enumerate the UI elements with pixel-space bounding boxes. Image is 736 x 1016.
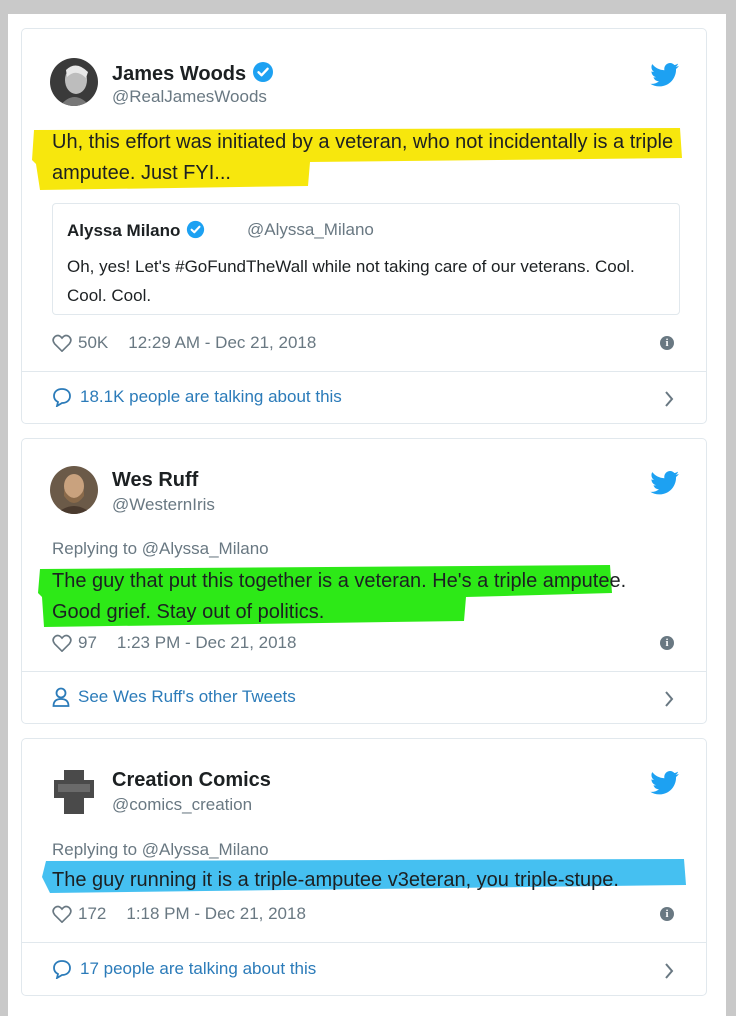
chevron-right-icon[interactable]: [664, 391, 674, 407]
tweet-text: Uh, this effort was initiated by a veter…: [52, 131, 674, 184]
heart-icon[interactable]: [52, 905, 72, 923]
user-handle[interactable]: @WesternIris: [112, 495, 215, 515]
heart-icon[interactable]: [52, 634, 72, 652]
quoted-tweet-text: Oh, yes! Let's #GoFundTheWall while not …: [67, 257, 635, 305]
like-count: 172: [78, 904, 107, 923]
heart-icon[interactable]: [52, 334, 72, 352]
quoted-tweet[interactable]: Alyssa Milano @Alyssa_Milano Oh, yes! Le…: [52, 203, 680, 315]
tweet-meta: 172 1:18 PM - Dec 21, 2018: [52, 904, 306, 924]
info-icon[interactable]: i: [660, 907, 674, 921]
info-icon[interactable]: i: [660, 636, 674, 650]
like-count: 50K: [78, 333, 109, 352]
quoted-user-handle[interactable]: @Alyssa_Milano: [247, 220, 374, 240]
tweet-meta: 97 1:23 PM - Dec 21, 2018: [52, 633, 296, 653]
verified-badge-icon: [186, 220, 205, 244]
chevron-right-icon[interactable]: [664, 963, 674, 979]
replying-to[interactable]: Replying to @Alyssa_Milano: [52, 539, 269, 559]
tweet-text: The guy running it is a triple-amputee v…: [52, 869, 619, 891]
avatar[interactable]: [50, 466, 98, 514]
avatar[interactable]: [50, 768, 98, 816]
timestamp[interactable]: 1:23 PM - Dec 21, 2018: [117, 633, 297, 653]
avatar[interactable]: [50, 58, 98, 106]
verified-badge-icon: [252, 61, 274, 89]
info-icon[interactable]: i: [660, 336, 674, 350]
speech-bubble-icon: [53, 388, 71, 407]
divider: [22, 942, 706, 943]
chevron-right-icon[interactable]: [664, 691, 674, 707]
display-name[interactable]: Wes Ruff: [112, 469, 198, 492]
divider: [22, 371, 706, 372]
display-name[interactable]: Creation Comics: [112, 769, 271, 792]
quoted-display-name[interactable]: Alyssa Milano: [67, 220, 205, 244]
tweet-card-creation-comics[interactable]: Creation Comics @comics_creation Replyin…: [21, 738, 707, 996]
user-handle[interactable]: @RealJamesWoods: [112, 87, 267, 107]
user-handle[interactable]: @comics_creation: [112, 795, 252, 815]
timestamp[interactable]: 1:18 PM - Dec 21, 2018: [126, 904, 306, 924]
divider: [22, 671, 706, 672]
other-tweets-link[interactable]: See Wes Ruff's other Tweets: [52, 687, 296, 707]
like-count: 97: [78, 633, 97, 652]
speech-bubble-icon: [53, 960, 71, 979]
tweet-meta: 50K 12:29 AM - Dec 21, 2018: [52, 333, 316, 353]
display-name[interactable]: James Woods: [112, 61, 274, 89]
tweet-card-james-woods[interactable]: James Woods @RealJamesWoods Uh, this eff…: [21, 28, 707, 424]
tweet-card-wes-ruff[interactable]: Wes Ruff @WesternIris Replying to @Alyss…: [21, 438, 707, 724]
twitter-bird-icon[interactable]: [650, 471, 680, 495]
twitter-bird-icon[interactable]: [650, 771, 680, 795]
conversation-link[interactable]: 17 people are talking about this: [52, 959, 316, 979]
tweet-text: The guy that put this together is a vete…: [52, 570, 627, 623]
person-icon: [52, 687, 70, 707]
timestamp[interactable]: 12:29 AM - Dec 21, 2018: [128, 333, 316, 353]
twitter-bird-icon[interactable]: [650, 63, 680, 87]
conversation-link[interactable]: 18.1K people are talking about this: [52, 387, 342, 407]
